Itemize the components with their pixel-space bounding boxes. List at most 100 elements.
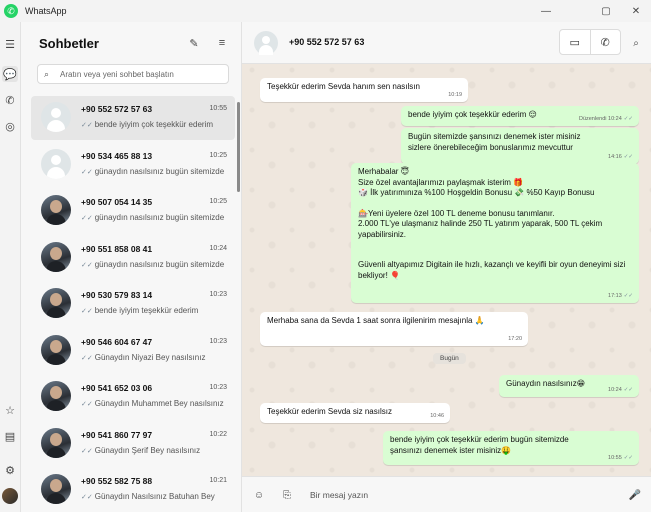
- chat-list-item[interactable]: +90 551 858 08 41 10:24 ✓✓ günaydın nasılsı…: [31, 236, 235, 280]
- minimize-button[interactable]: —: [531, 0, 561, 22]
- message-text: Teşekkür ederim Sevda hanım sen nasılsın: [267, 82, 420, 91]
- contact-name[interactable]: +90 552 572 57 63: [289, 37, 364, 47]
- outgoing-message[interactable]: Günaydın nasılsınız😁 10:24 ✓✓: [499, 375, 639, 397]
- read-ticks-icon: ✓✓: [81, 494, 93, 501]
- read-ticks-icon: ✓✓: [81, 122, 93, 129]
- message-text: Merhaba sana da Sevda 1 saat sonra ilgil…: [267, 316, 485, 325]
- status-icon[interactable]: ◎: [2, 118, 18, 134]
- microphone-icon[interactable]: 🎤: [628, 488, 642, 502]
- settings-icon[interactable]: ⚙: [2, 462, 18, 478]
- chat-preview: ✓✓ Günaydın Muhammet Bey nasılsınız: [81, 399, 229, 408]
- incoming-message[interactable]: Teşekkür ederim Sevda hanım sen nasılsın…: [260, 78, 468, 102]
- message-line: Merhabalar 😇: [358, 167, 410, 176]
- message-line: [358, 199, 632, 209]
- profile-avatar[interactable]: [2, 488, 18, 504]
- chat-preview: ✓✓ Günaydın Nasılsınız Batuhan Bey: [81, 492, 229, 501]
- read-ticks-icon: ✓✓: [623, 292, 633, 299]
- day-separator: Bugün: [433, 353, 466, 364]
- emoji-icon[interactable]: ☺: [252, 488, 266, 502]
- attach-icon[interactable]: ⎘: [280, 488, 294, 502]
- calls-icon[interactable]: ✆: [2, 92, 18, 108]
- chat-time: 10:55: [209, 105, 227, 112]
- chat-preview: ✓✓ günaydın nasılsınız bugün sitemizde: [81, 167, 229, 176]
- chat-list-item[interactable]: +90 507 054 14 35 10:25 ✓✓ günaydın nasılsı…: [31, 189, 235, 233]
- chat-list-item[interactable]: +90 530 579 83 14 10:23 ✓✓ bende iyiyim teş…: [31, 282, 235, 326]
- chat-name: +90 552 582 75 88: [81, 476, 153, 486]
- chat-list-item[interactable]: +90 541 652 03 06 10:23 ✓✓ Günaydın Muhamme…: [31, 375, 235, 419]
- avatar: [41, 195, 71, 225]
- whatsapp-logo-icon: ✆: [4, 4, 18, 18]
- call-buttons: ▭ ✆: [559, 29, 621, 55]
- read-ticks-icon: ✓✓: [81, 447, 93, 455]
- chat-preview-text: günaydın nasılsınız bugün sitemizde: [94, 213, 225, 222]
- maximize-button[interactable]: ▢: [591, 0, 621, 22]
- chat-name: +90 534 465 88 13: [81, 150, 153, 161]
- chats-heading: Sohbetler: [39, 36, 99, 51]
- chat-name: +90 546 604 67 47: [81, 336, 153, 347]
- outgoing-message[interactable]: bende iyiyim çok teşekkür ederim 😌 Düzenl…: [401, 106, 639, 126]
- title-bar: ✆ WhatsApp — ▢ ✕: [0, 0, 651, 22]
- new-chat-icon[interactable]: ✎: [186, 35, 202, 51]
- outgoing-message[interactable]: Merhabalar 😇 Size özel avantajlarımızı pa…: [351, 163, 639, 303]
- avatar: [41, 241, 71, 272]
- menu-icon[interactable]: ☰: [2, 36, 18, 52]
- chat-time: 10:23: [209, 384, 227, 391]
- chat-name: +90 507 054 14 35: [81, 197, 153, 207]
- chat-preview: ✓✓ günaydın nasılsınız bugün sitemizde: [81, 260, 229, 269]
- read-ticks-icon: ✓✓: [81, 261, 93, 269]
- message-text: Teşekkür ederim Sevda siz nasılsız: [267, 407, 392, 416]
- avatar: [41, 427, 71, 458]
- search-box[interactable]: ⌕: [37, 64, 229, 84]
- chat-preview-text: bende iyiyim teşekkür ederim: [94, 306, 199, 315]
- close-button[interactable]: ✕: [621, 0, 651, 22]
- message-timestamp: 17:20: [508, 335, 522, 342]
- chat-preview-text: günaydın nasılsınız bugün sitemizde: [94, 166, 225, 176]
- chat-time: 10:24: [209, 244, 227, 252]
- incoming-message[interactable]: Merhaba sana da Sevda 1 saat sonra ilgil…: [260, 312, 528, 346]
- message-timestamp: 10:55 ✓✓: [608, 454, 633, 461]
- chat-list-item[interactable]: +90 534 465 88 13 10:25 ✓✓ günaydın nasılsı…: [31, 143, 235, 187]
- chat-preview: ✓✓ bende iyiyim çok teşekkür ederim: [81, 120, 229, 129]
- chat-list-item[interactable]: +90 552 582 75 88 10:21 ✓✓ Günaydın Nasılsı…: [31, 468, 235, 512]
- read-ticks-icon: ✓✓: [81, 354, 93, 362]
- incoming-message[interactable]: Teşekkür ederim Sevda siz nasılsız 10:46: [260, 403, 450, 423]
- chat-preview-text: günaydın nasılsınız bugün sitemizde: [94, 259, 225, 269]
- chat-list-item[interactable]: +90 541 860 77 97 10:22 ✓✓ Günaydın Şerif B…: [31, 422, 235, 466]
- message-line: 🎲 İlk yatırımınıza %100 Hoşgeldin Bonusu…: [358, 188, 595, 198]
- chat-list-panel: Sohbetler ✎ ≡ ⌕ +90 552 572 57 63 10:55 ✓✓…: [20, 22, 242, 512]
- voice-call-icon[interactable]: ✆: [589, 30, 621, 54]
- read-ticks-icon: ✓✓: [81, 168, 93, 176]
- conversation-panel: +90 552 572 57 63 ▭ ✆ ⌕ Teşekkür ederim …: [242, 22, 651, 512]
- chat-list-item[interactable]: +90 546 604 67 47 10:23 ✓✓ Günaydın Niyazi …: [31, 329, 235, 373]
- search-in-chat-icon[interactable]: ⌕: [628, 35, 644, 51]
- conversation-header[interactable]: +90 552 572 57 63 ▭ ✆ ⌕: [242, 22, 651, 64]
- chat-list-scrollbar[interactable]: [237, 102, 240, 192]
- chat-name: +90 551 858 08 41: [81, 243, 153, 254]
- chats-icon[interactable]: 💬: [2, 66, 18, 82]
- video-call-icon[interactable]: ▭: [560, 30, 590, 54]
- avatar: [41, 288, 71, 318]
- message-line: 2.000 TL'ye ulaşmanız halinde 250 TL yat…: [358, 219, 603, 239]
- chat-time: 10:25: [209, 198, 227, 205]
- outgoing-message[interactable]: bende iyiyim çok teşekkür ederim bugün s…: [383, 431, 639, 465]
- message-timestamp: 10:19: [448, 91, 462, 98]
- filter-icon[interactable]: ≡: [214, 35, 230, 51]
- chat-preview: ✓✓ Günaydın Şerif Bey nasılsınız: [81, 446, 229, 455]
- read-ticks-icon: ✓✓: [81, 308, 93, 315]
- chat-preview-text: Günaydın Muhammet Bey nasılsınız: [94, 399, 224, 408]
- search-input[interactable]: [60, 69, 220, 79]
- avatar: [41, 381, 71, 411]
- outgoing-message[interactable]: Bugün sitemizde şansınızı denemek ister …: [401, 128, 639, 164]
- message-input[interactable]: [310, 487, 610, 503]
- message-timestamp: 14:16 ✓✓: [608, 153, 633, 160]
- chat-list-item[interactable]: +90 552 572 57 63 10:55 ✓✓ bende iyiyim çok…: [31, 96, 235, 140]
- chat-preview-text: bende iyiyim çok teşekkür ederim: [94, 120, 214, 129]
- archive-icon[interactable]: ▤: [2, 428, 18, 444]
- contact-avatar[interactable]: [254, 31, 278, 55]
- message-line: Güvenli altyapımız Digitain ile hızlı, k…: [358, 260, 626, 280]
- chat-time: 10:23: [209, 291, 227, 298]
- app-title: WhatsApp: [25, 6, 67, 16]
- starred-icon[interactable]: ☆: [2, 402, 18, 418]
- message-timestamp: 17:13 ✓✓: [608, 292, 633, 299]
- read-ticks-icon: ✓✓: [623, 153, 633, 160]
